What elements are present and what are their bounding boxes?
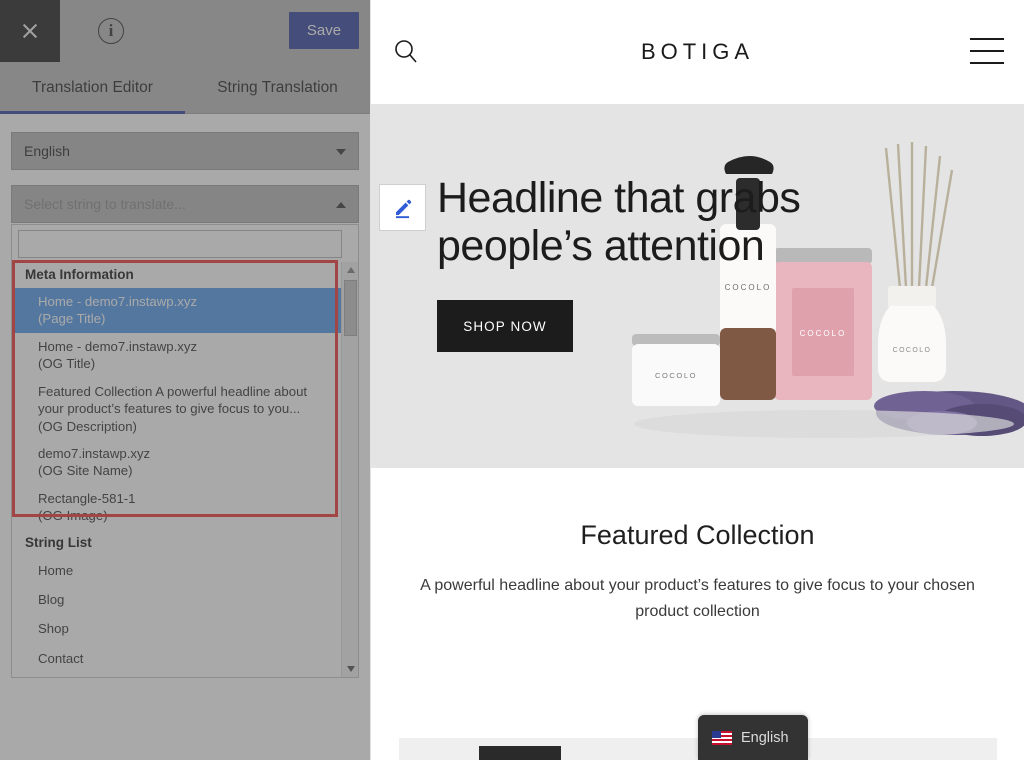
shop-now-button[interactable]: SHOP NOW [437,300,573,353]
svg-text:COCOLO: COCOLO [655,371,697,380]
dropdown-item-sub: (OG Site Name) [38,463,133,479]
dropdown-item-main: Contact [38,650,84,666]
shop-now-label: SHOP NOW [463,318,547,334]
featured-heading: Featured Collection [580,520,815,550]
language-select[interactable]: English [11,132,359,170]
dropdown-item-main: Blog [38,592,65,608]
pencil-edit-icon[interactable] [379,184,426,231]
search-icon[interactable] [393,38,419,64]
dropdown-list-item[interactable]: Featured Collection A powerful headline … [12,378,342,440]
dropdown-scrollbar[interactable] [341,262,358,677]
string-select[interactable]: Select string to translate... [11,185,359,223]
site-preview: BOTIGA COCOLO COCOLO COCOLO COCOLO Headl… [370,0,1024,760]
dropdown-group-header: Meta Information [25,267,134,282]
tab-string-translation-label: String Translation [217,78,338,96]
hero-content: Headline that grabs people’s attention S… [371,104,1024,353]
dropdown-item-main: Featured Collection A powerful headline … [38,383,308,417]
hero-headline: Headline that grabs people’s attention [437,174,801,271]
tab-translation-editor[interactable]: Translation Editor [0,62,185,114]
dropdown-list-item[interactable]: Blog [12,585,342,614]
dropdown-item-main: Home - demo7.instawp.xyz [38,338,198,354]
dropdown-list-item[interactable]: Contact [12,644,342,673]
search-input[interactable] [19,231,341,257]
dropdown-item-sub: (OG Title) [38,356,96,372]
dropdown-list-item[interactable]: demo7.instawp.xyz (OG Site Name) [12,440,342,485]
chevron-up-icon [336,202,346,208]
dropdown-item-sub: (OG Description) [38,418,137,434]
dropdown-item-main: Home - demo7.instawp.xyz [38,294,198,309]
us-flag-icon [712,730,732,745]
info-icon[interactable]: i [98,18,124,44]
dropdown-search-field[interactable] [18,230,342,258]
string-dropdown: Meta Information Home - demo7.instawp.xyz… [11,224,359,678]
product-card-thumbnail[interactable] [479,746,561,760]
chevron-down-icon [336,149,346,155]
featured-collection-section: Featured Collection A powerful headline … [371,468,1024,625]
site-logo[interactable]: BOTIGA [371,39,1024,65]
dropdown-list-item[interactable]: Rectangle-581-1 (OG Image) [12,485,342,530]
dropdown-group-header: String List [25,534,92,550]
hamburger-menu-icon[interactable] [970,38,1004,64]
close-button[interactable] [0,0,60,62]
save-button-label: Save [306,22,342,39]
dropdown-item-sub: (Page Title) [38,311,106,327]
dropdown-item-main: Shop [38,621,69,637]
dropdown-list[interactable]: Meta Information Home - demo7.instawp.xyz… [12,262,342,674]
dropdown-item-main: Home [38,562,74,578]
editor-tabs: Translation Editor String Translation [0,62,370,114]
dropdown-item-sub: (OG Image) [38,508,108,524]
string-select-placeholder: Select string to translate... [24,196,186,212]
dropdown-list-item[interactable]: Shop [12,614,342,643]
dropdown-item-main: demo7.instawp.xyz [38,445,151,461]
tab-string-translation[interactable]: String Translation [185,62,370,114]
close-icon [21,22,39,40]
dropdown-list-item[interactable]: Home - demo7.instawp.xyz (OG Title) [12,333,342,378]
language-switcher-label: English [741,729,789,746]
hero-section: COCOLO COCOLO COCOLO COCOLO Headline tha… [371,104,1024,468]
scroll-down-arrow-icon[interactable] [342,661,358,677]
scroll-up-arrow-icon[interactable] [342,262,358,278]
site-header: BOTIGA [371,0,1024,104]
featured-description: A powerful headline about your product’s… [420,577,975,620]
scrollbar-thumb[interactable] [344,280,357,336]
translation-editor-panel: i Save Translation Editor String Transla… [0,0,370,760]
dropdown-item-main: Rectangle-581-1 [38,490,136,506]
language-switcher-widget[interactable]: English [698,715,808,760]
tab-translation-editor-label: Translation Editor [32,78,153,96]
dropdown-list-item[interactable]: Home - demo7.instawp.xyz (Page Title) [12,288,342,333]
save-button[interactable]: Save [289,12,359,49]
dropdown-list-item[interactable]: Home [12,556,342,585]
dropdown-list-item[interactable]: demo7.instawp.xyz [12,673,342,674]
language-select-value: English [24,143,70,159]
